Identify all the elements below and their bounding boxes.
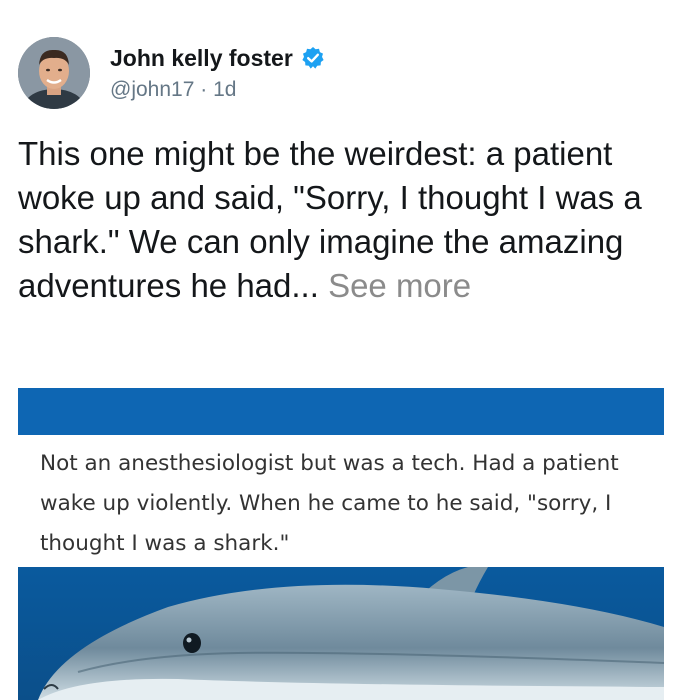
card-top-band bbox=[18, 388, 664, 435]
author-name[interactable]: John kelly foster bbox=[110, 45, 293, 72]
handle-row: @john17 · 1d bbox=[110, 78, 325, 102]
post-header: John kelly foster @john17 · 1d bbox=[18, 36, 325, 110]
shark-image bbox=[18, 567, 664, 700]
quote-text: Not an anesthesiologist but was a tech. … bbox=[40, 451, 619, 556]
quote-box: Not an anesthesiologist but was a tech. … bbox=[18, 435, 664, 567]
author-info: John kelly foster @john17 · 1d bbox=[110, 45, 325, 102]
meta-separator: · bbox=[200, 77, 208, 101]
post-age[interactable]: 1d bbox=[213, 78, 236, 101]
see-more-link[interactable]: See more bbox=[328, 267, 471, 304]
name-row: John kelly foster bbox=[110, 45, 325, 72]
post-image-card[interactable]: Not an anesthesiologist but was a tech. … bbox=[18, 388, 664, 700]
author-handle[interactable]: @john17 bbox=[110, 78, 194, 101]
verified-badge-icon bbox=[301, 46, 325, 70]
avatar-photo bbox=[18, 37, 90, 109]
avatar[interactable] bbox=[18, 37, 90, 109]
post-text: This one might be the weirdest: a patien… bbox=[18, 132, 678, 308]
